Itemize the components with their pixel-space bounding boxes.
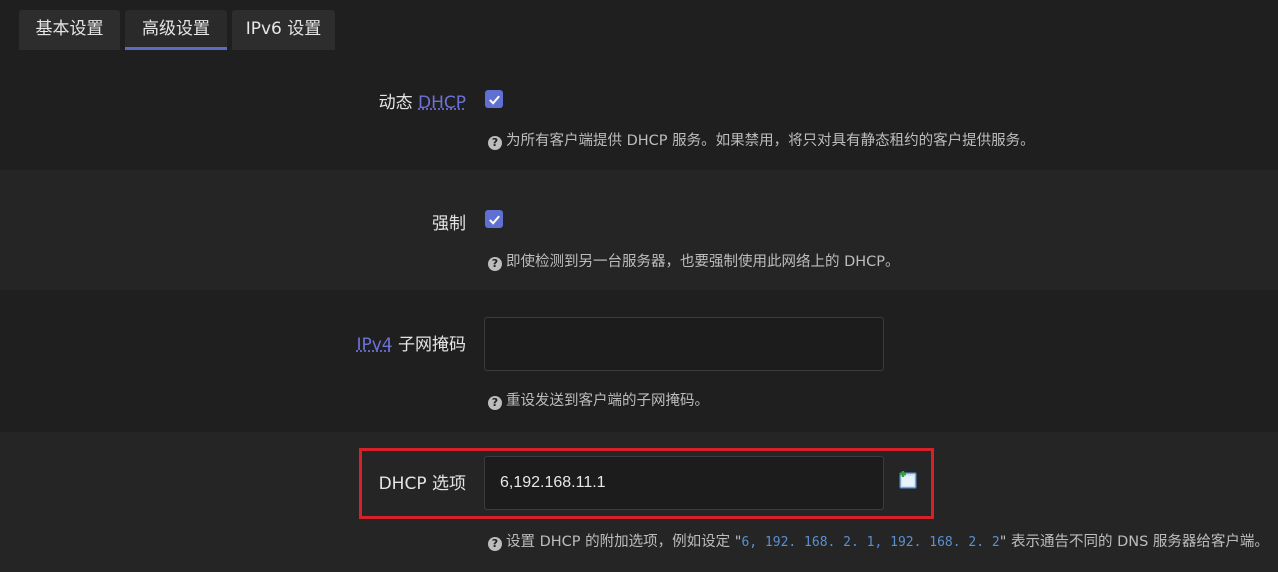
question-icon: ? — [488, 136, 502, 150]
dynamic-dhcp-help-text: 为所有客户端提供 DHCP 服务。如果禁用，将只对具有静态租约的客户提供服务。 — [506, 133, 1035, 149]
ipv4-abbr: IPv4 — [356, 335, 393, 355]
dynamic-dhcp-label-prefix: 动态 — [378, 93, 418, 113]
question-icon: ? — [488, 257, 502, 271]
question-icon: ? — [488, 537, 502, 551]
dynamic-dhcp-label: 动态 DHCP — [379, 88, 466, 113]
ipv4-netmask-label: IPv4 子网掩码 — [356, 330, 466, 355]
highlight-box — [359, 448, 934, 519]
ipv4-netmask-help: ? 重设发送到客户端的子网掩码。 — [488, 389, 709, 410]
checkmark-icon — [488, 95, 500, 105]
row-force: 强制 ? 即使检测到另一台服务器，也要强制使用此网络上的 DHCP。 — [0, 170, 1278, 290]
ipv4-netmask-label-suffix: 子网掩码 — [392, 335, 466, 355]
dhcp-options-help: ? 设置 DHCP 的附加选项，例如设定 "6, 192. 168. 2. 1, … — [488, 530, 1269, 551]
row-ipv4-netmask: IPv4 子网掩码 ? 重设发送到客户端的子网掩码。 — [0, 290, 1278, 432]
tab-basic-settings[interactable]: 基本设置 — [19, 10, 120, 50]
dhcp-abbr: DHCP — [418, 93, 466, 113]
force-help-text: 即使检测到另一台服务器，也要强制使用此网络上的 DHCP。 — [506, 254, 900, 270]
question-icon: ? — [488, 396, 502, 410]
force-label: 强制 — [432, 214, 466, 234]
checkmark-icon — [488, 215, 500, 225]
dhcp-options-help-code: 6, 192. 168. 2. 1, 192. 168. 2. 2 — [741, 535, 1000, 550]
dhcp-options-help-suffix: " 表示通告不同的 DNS 服务器给客户端。 — [999, 534, 1269, 550]
force-checkbox[interactable] — [485, 210, 503, 228]
dynamic-dhcp-help: ? 为所有客户端提供 DHCP 服务。如果禁用，将只对具有静态租约的客户提供服务。 — [488, 129, 1035, 150]
dhcp-options-help-prefix: 设置 DHCP 的附加选项，例如设定 " — [506, 534, 742, 550]
ipv4-netmask-help-text: 重设发送到客户端的子网掩码。 — [506, 393, 709, 409]
force-help: ? 即使检测到另一台服务器，也要强制使用此网络上的 DHCP。 — [488, 250, 900, 271]
ipv4-netmask-input[interactable] — [484, 317, 884, 371]
row-dynamic-dhcp: 动态 DHCP ? 为所有客户端提供 DHCP 服务。如果禁用，将只对具有静态租约… — [0, 58, 1278, 170]
tab-bar: 基本设置 高级设置 IPv6 设置 — [0, 0, 1278, 58]
tab-advanced-settings[interactable]: 高级设置 — [125, 10, 227, 50]
dynamic-dhcp-checkbox[interactable] — [485, 90, 503, 108]
tab-ipv6-settings[interactable]: IPv6 设置 — [232, 10, 335, 50]
